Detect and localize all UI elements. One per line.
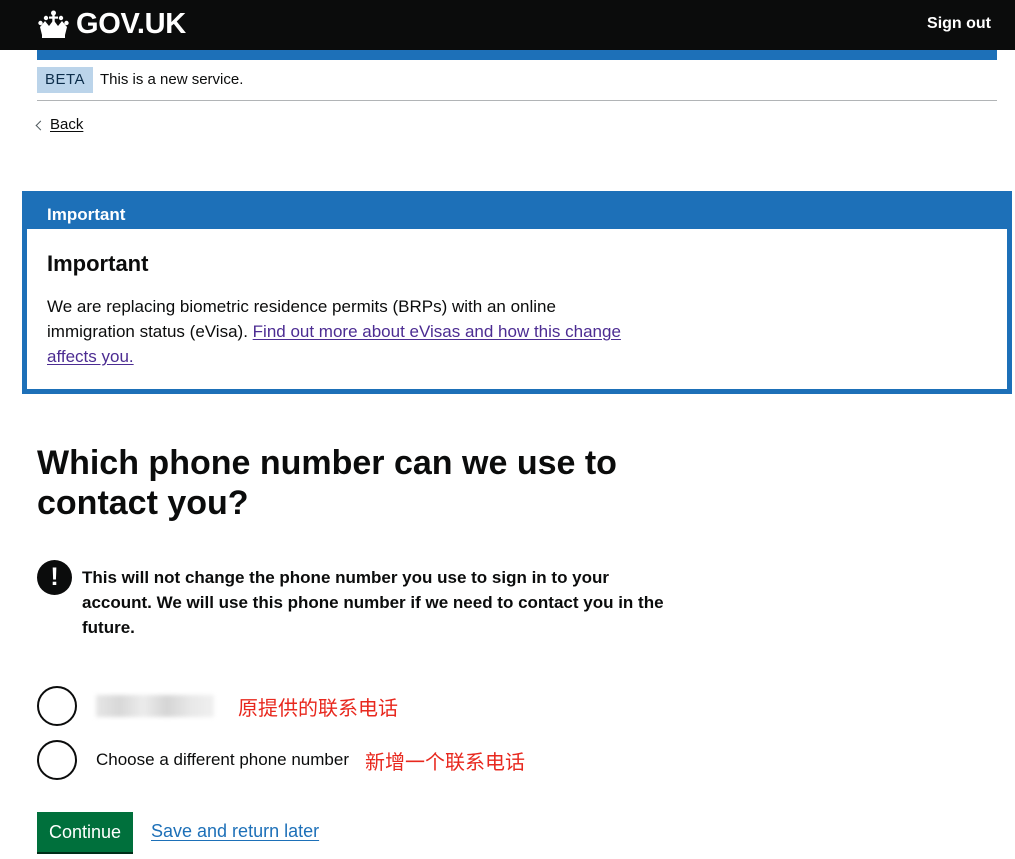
annotation-existing-number: 原提供的联系电话: [238, 695, 398, 720]
page-title: Which phone number can we use to contact…: [37, 444, 617, 522]
crown-icon: [38, 10, 69, 38]
notification-banner-title: Important: [47, 205, 126, 224]
phase-banner-text: This is a new service.: [100, 71, 244, 88]
chevron-left-icon: [35, 120, 46, 130]
annotation-new-number: 新增一个联系电话: [364, 749, 525, 774]
radio-label-different-number[interactable]: Choose a different phone number: [96, 750, 349, 770]
radio-option-different-number[interactable]: Choose a different phone number 新增一个联系电话: [37, 740, 525, 780]
exclamation-icon: !: [37, 560, 72, 595]
back-link-label: Back: [50, 116, 84, 133]
notification-banner-content: Important We are replacing biometric res…: [27, 229, 1007, 389]
notification-heading: Important: [47, 251, 149, 276]
continue-button[interactable]: Continue: [37, 812, 134, 852]
redacted-phone-number: [96, 695, 214, 717]
sign-out-link[interactable]: Sign out: [927, 15, 991, 33]
govuk-logo-link[interactable]: GOV.UK: [37, 7, 186, 41]
govuk-logo-text: GOV.UK: [76, 7, 186, 40]
warning-message: This will not change the phone number yo…: [82, 568, 664, 637]
back-link[interactable]: Back: [35, 116, 84, 133]
radio-option-existing-number[interactable]: 原提供的联系电话: [37, 686, 398, 726]
notification-banner: Important Important We are replacing bio…: [22, 191, 1012, 394]
radio-button[interactable]: [37, 686, 77, 726]
phase-banner: BETA This is a new service.: [37, 67, 997, 101]
save-and-return-later-link[interactable]: Save and return later: [151, 821, 319, 842]
header-blue-bar: [37, 50, 997, 60]
site-header: GOV.UK Sign out: [0, 0, 1015, 50]
notification-body: We are replacing biometric residence per…: [47, 294, 627, 369]
radio-button[interactable]: [37, 740, 77, 780]
beta-tag: BETA: [37, 67, 94, 93]
